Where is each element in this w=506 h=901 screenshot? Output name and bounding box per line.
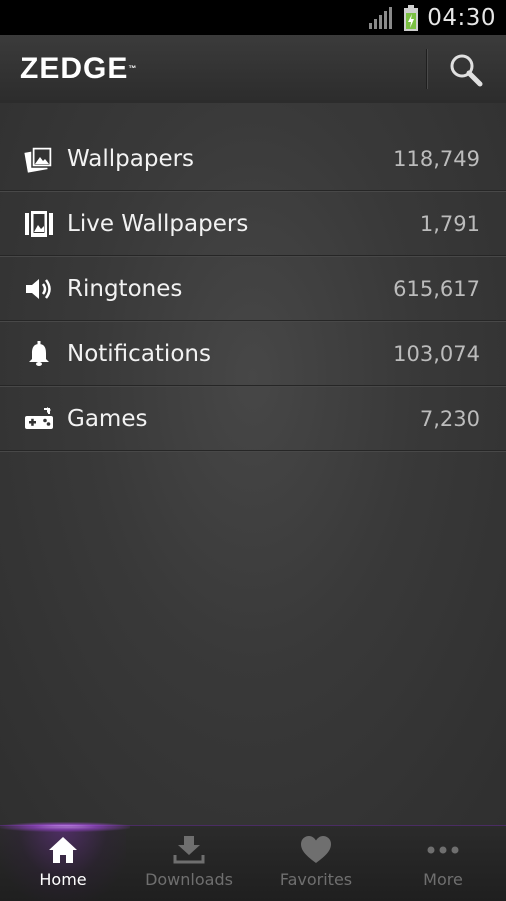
category-count: 1,791 [419, 211, 480, 236]
download-icon [173, 836, 205, 864]
wallpapers-icon [24, 144, 54, 174]
tab-label: Home [39, 870, 87, 889]
category-count: 7,230 [419, 406, 480, 431]
bottom-tab-bar: Home Downloads Favorites More [0, 822, 506, 901]
tab-label: More [423, 870, 463, 889]
live-wallpapers-icon [24, 209, 54, 239]
category-row-ringtones[interactable]: Ringtones 615,617 [0, 257, 506, 321]
gamepad-icon [24, 404, 54, 434]
app-bar: ZEDGE™ [0, 35, 506, 104]
tab-label: Favorites [279, 870, 353, 889]
status-bar: 04:30 [0, 0, 506, 35]
category-row-notifications[interactable]: Notifications 103,074 [0, 322, 506, 386]
category-label: Live Wallpapers [67, 210, 249, 237]
signal-icon [369, 6, 393, 29]
status-icons: 04:30 [369, 0, 496, 35]
category-count: 103,074 [393, 341, 480, 366]
speaker-icon [24, 274, 54, 304]
clock: 04:30 [427, 4, 496, 31]
tab-favorites[interactable]: Favorites [253, 826, 379, 901]
category-row-live-wallpapers[interactable]: Live Wallpapers 1,791 [0, 192, 506, 256]
category-list: Wallpapers 118,749 Live Wallpapers 1,791 [0, 127, 506, 452]
battery-icon [404, 4, 419, 31]
category-label: Notifications [67, 340, 211, 367]
home-icon [49, 837, 77, 863]
category-count: 615,617 [393, 276, 480, 301]
more-icon [427, 846, 459, 854]
category-row-wallpapers[interactable]: Wallpapers 118,749 [0, 127, 506, 191]
bell-icon [24, 339, 54, 369]
category-label: Ringtones [67, 275, 183, 302]
category-label: Games [67, 405, 148, 432]
category-row-games[interactable]: Games 7,230 [0, 387, 506, 451]
category-label: Wallpapers [67, 145, 195, 172]
tab-downloads[interactable]: Downloads [126, 826, 252, 901]
app-bar-divider [426, 49, 428, 89]
category-count: 118,749 [393, 146, 480, 171]
trademark: ™ [128, 64, 138, 73]
zedge-logo[interactable]: ZEDGE™ [20, 54, 137, 84]
tab-label: Downloads [145, 870, 233, 889]
tab-more[interactable]: More [380, 826, 506, 901]
search-icon [450, 54, 483, 87]
tab-home[interactable]: Home [0, 826, 126, 901]
logo-text: ZEDGE [20, 52, 129, 85]
heart-icon [301, 836, 331, 863]
main-content: Wallpapers 118,749 Live Wallpapers 1,791 [0, 103, 506, 825]
search-button[interactable] [446, 50, 486, 90]
